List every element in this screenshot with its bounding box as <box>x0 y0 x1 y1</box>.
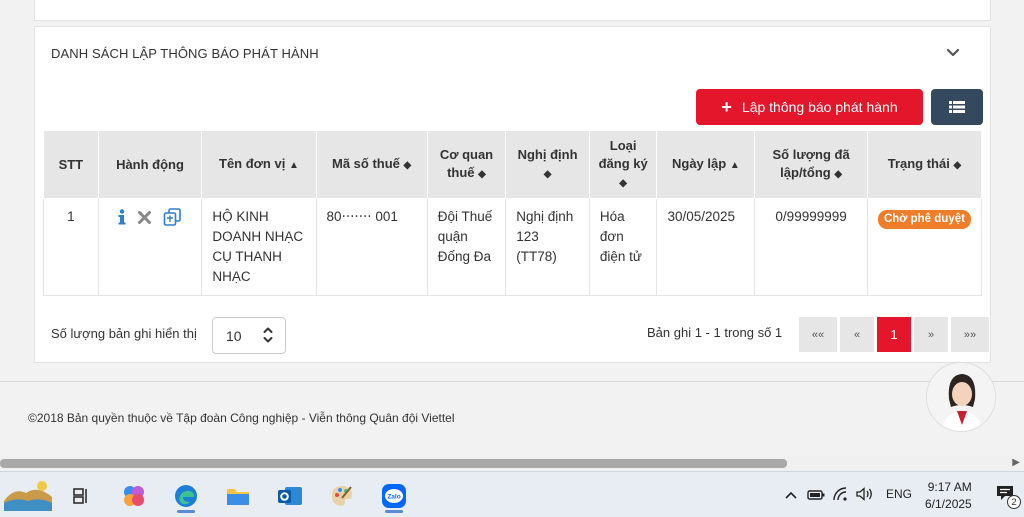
windows-taskbar: Zalo ENG 9:17 AM 6/1/2025 2 <box>0 471 1024 517</box>
file-explorer-button[interactable] <box>221 479 255 513</box>
sort-icon: ▲︎ <box>288 159 299 171</box>
sort-icon: ◆ <box>478 168 486 180</box>
scroll-right-icon[interactable]: ▶ <box>1012 457 1020 468</box>
per-page-select[interactable]: 10 <box>212 317 286 354</box>
cell-tax-code: 80‧‧‧‧‧‧‧ 001 <box>315 198 428 296</box>
table-row: 1 HỘ KINH DOANH NHẠC CỤ THANH NHẠC 80‧‧‧… <box>43 198 983 296</box>
virtual-assistant-avatar[interactable] <box>926 362 996 432</box>
prev-page-button[interactable]: « <box>840 317 874 352</box>
status-badge: Chờ phê duyệt <box>877 210 971 229</box>
sort-icon: ◆ <box>834 168 843 180</box>
active-indicator <box>177 510 195 513</box>
footer-copyright: ©2018 Bản quyền thuộc về Tập đoàn Công n… <box>28 411 455 425</box>
paint-palette-icon <box>332 486 352 506</box>
active-indicator <box>385 510 403 513</box>
cell-actions <box>97 198 203 296</box>
card-title: DANH SÁCH LẬP THÔNG BÁO PHÁT HÀNH <box>51 46 319 61</box>
col-unit-name[interactable]: Tên đơn vị ▲︎ <box>201 130 317 199</box>
copy-icon[interactable] <box>163 208 182 226</box>
col-reg-type[interactable]: Loại đăng ký ◆ <box>588 130 658 199</box>
clock-time: 9:17 AM <box>927 480 972 494</box>
col-created-date[interactable]: Ngày lập ▲ <box>656 130 756 199</box>
list-icon <box>949 101 965 113</box>
issuance-notice-card: DANH SÁCH LẬP THÔNG BÁO PHÁT HÀNH + Lập … <box>34 26 991 363</box>
col-status[interactable]: Trạng thái ◆ <box>866 130 983 199</box>
horizontal-scrollbar[interactable]: ▶ <box>0 456 1024 471</box>
landscape-icon <box>4 481 52 511</box>
create-notice-button[interactable]: + Lập thông báo phát hành <box>696 89 923 125</box>
pagination: «« « 1 » »» <box>799 317 989 352</box>
col-stt: STT <box>43 130 99 199</box>
cell-status: Chờ phê duyệt <box>866 198 983 296</box>
info-icon[interactable] <box>118 209 126 225</box>
previous-card <box>34 0 991 21</box>
updown-icon <box>263 327 273 343</box>
sort-icon: ◆ <box>543 168 552 180</box>
cell-quantity: 0/99999999 <box>754 198 868 296</box>
system-clock[interactable]: 9:17 AM 6/1/2025 <box>925 479 972 513</box>
first-page-button[interactable]: «« <box>799 317 837 352</box>
zalo-text: Zalo <box>387 494 400 501</box>
notice-table: STT Hành động Tên đơn vị ▲︎ Mã số thuế ◆… <box>43 130 983 296</box>
paint-button[interactable] <box>325 479 359 513</box>
assistant-avatar-icon <box>927 363 995 431</box>
zalo-icon: Zalo <box>382 484 406 508</box>
clock-date: 6/1/2025 <box>925 497 972 511</box>
sort-icon: ◆ <box>953 159 962 171</box>
per-page-value: 10 <box>226 327 242 344</box>
copilot-icon <box>124 486 144 506</box>
table-header-row: STT Hành động Tên đơn vị ▲︎ Mã số thuế ◆… <box>43 130 983 199</box>
col-quantity[interactable]: Số lượng đã lập/tổng ◆ <box>754 130 868 199</box>
outlook-icon <box>278 487 302 505</box>
cell-reg-type: Hóa đơn điện tử <box>588 198 658 296</box>
current-page-button[interactable]: 1 <box>877 317 911 352</box>
sort-asc-icon: ▲ <box>729 159 740 171</box>
notification-center-button[interactable]: 2 <box>996 485 1022 509</box>
folder-icon <box>227 489 249 505</box>
list-view-button[interactable] <box>931 89 983 125</box>
sort-icon: ◆ <box>619 177 627 189</box>
sort-icon: ◆ <box>403 159 412 171</box>
zalo-button[interactable]: Zalo <box>377 479 411 513</box>
wifi-icon[interactable] <box>832 487 848 501</box>
task-view-icon <box>73 488 87 504</box>
chevron-down-icon[interactable] <box>944 43 962 61</box>
outlook-button[interactable] <box>273 479 307 513</box>
scrollbar-thumb[interactable] <box>0 459 787 468</box>
weather-widget[interactable] <box>0 476 56 514</box>
footer-divider <box>0 381 1024 382</box>
copilot-button[interactable] <box>117 479 151 513</box>
cell-decree: Nghị định 123 (TT78) <box>505 198 590 296</box>
chevron-up-icon[interactable] <box>785 490 797 500</box>
cell-stt: 1 <box>43 198 99 296</box>
plus-icon: + <box>721 97 732 117</box>
delete-icon[interactable] <box>138 210 152 224</box>
task-view-button[interactable] <box>64 479 98 513</box>
col-tax-code[interactable]: Mã số thuế ◆ <box>315 130 428 199</box>
cell-unit-name: HỘ KINH DOANH NHẠC CỤ THANH NHẠC <box>201 198 317 296</box>
last-page-button[interactable]: »» <box>951 317 989 352</box>
cell-created-date: 30/05/2025 <box>656 198 756 296</box>
next-page-button[interactable]: » <box>914 317 948 352</box>
create-notice-label: Lập thông báo phát hành <box>741 99 898 115</box>
battery-icon[interactable] <box>807 489 825 501</box>
edge-icon <box>175 485 197 507</box>
col-action: Hành động <box>97 130 203 199</box>
edge-browser-button[interactable] <box>169 479 203 513</box>
volume-icon[interactable] <box>856 487 874 501</box>
cell-tax-office: Đội Thuế quận Đống Đa <box>426 198 507 296</box>
language-indicator[interactable]: ENG <box>886 487 912 501</box>
col-decree[interactable]: Nghị định ◆ <box>505 130 590 199</box>
notification-count-badge: 2 <box>1007 495 1021 509</box>
record-info: Bản ghi 1 - 1 trong số 1 <box>647 325 783 340</box>
col-tax-office[interactable]: Cơ quan thuế ◆ <box>426 130 507 199</box>
per-page-label: Số lượng bản ghi hiển thị <box>51 326 197 341</box>
